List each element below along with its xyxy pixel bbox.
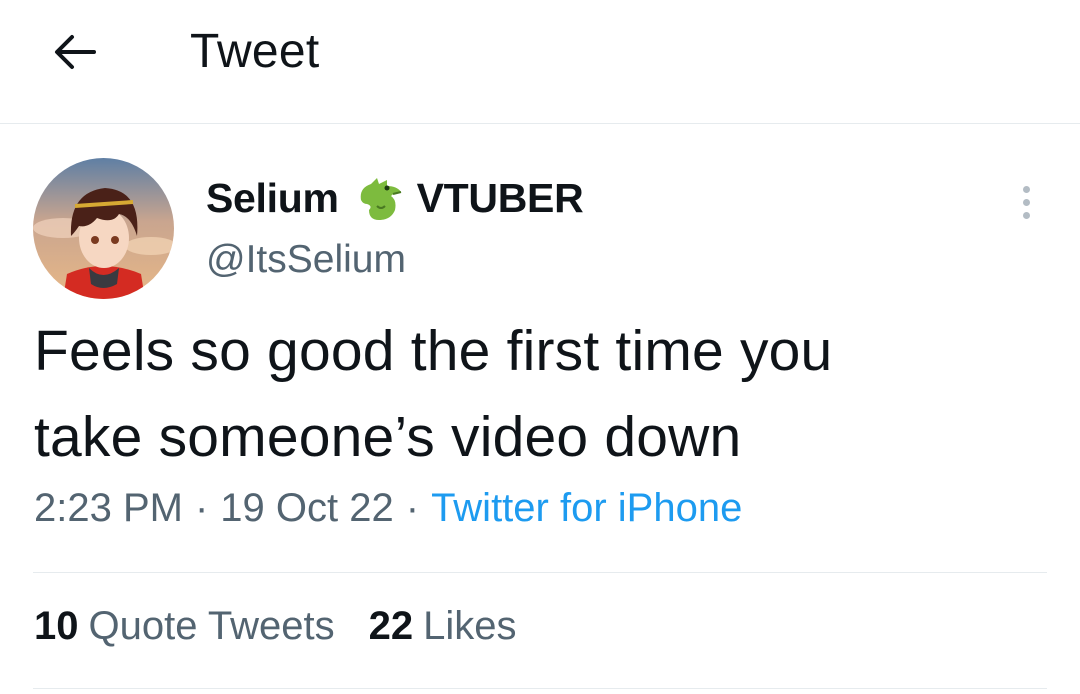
author-name: Selium xyxy=(206,174,339,221)
tweet-text-line: take someone’s video down xyxy=(34,405,742,469)
top-bar: Tweet xyxy=(0,0,1080,124)
tweet-source-link[interactable]: Twitter for iPhone xyxy=(431,486,742,530)
tweet-stats: 10 Quote Tweets 22 Likes xyxy=(34,604,516,649)
tweet-date[interactable]: 19 Oct 22 xyxy=(220,486,393,530)
quote-tweets-count: 10 xyxy=(34,604,79,648)
likes-stat[interactable]: 22 Likes xyxy=(369,604,517,649)
quote-tweets-label: Quote Tweets xyxy=(88,604,335,648)
tweet-time[interactable]: 2:23 PM xyxy=(34,486,183,530)
likes-label: Likes xyxy=(423,604,517,648)
more-vertical-icon-dot xyxy=(1022,198,1030,206)
divider xyxy=(33,688,1047,689)
avatar-image xyxy=(33,158,174,299)
more-vertical-icon xyxy=(1022,185,1030,193)
divider xyxy=(33,572,1047,573)
meta-separator: · xyxy=(405,486,420,530)
page-title: Tweet xyxy=(190,25,320,78)
author-name-row[interactable]: Selium VTUBER xyxy=(206,170,584,226)
tweet-meta: 2:23 PM · 19 Oct 22 · Twitter for iPhone xyxy=(34,486,742,531)
author-handle[interactable]: @ItsSelium xyxy=(206,238,406,282)
tweet-text-line: Feels so good the first time you xyxy=(34,319,833,383)
back-button[interactable] xyxy=(46,28,102,76)
avatar[interactable] xyxy=(33,158,174,299)
dragon-emoji-icon xyxy=(360,178,401,220)
author-name-suffix: VTUBER xyxy=(416,174,584,221)
likes-count: 22 xyxy=(368,604,414,648)
quote-tweets-stat[interactable]: 10 Quote Tweets xyxy=(34,604,335,649)
more-vertical-icon-dot xyxy=(1022,211,1030,219)
more-options-button[interactable] xyxy=(1006,178,1046,226)
meta-separator: · xyxy=(194,486,209,530)
tweet-text: Feels so good the first time you take so… xyxy=(34,308,1034,480)
arrow-left-icon xyxy=(55,35,96,69)
